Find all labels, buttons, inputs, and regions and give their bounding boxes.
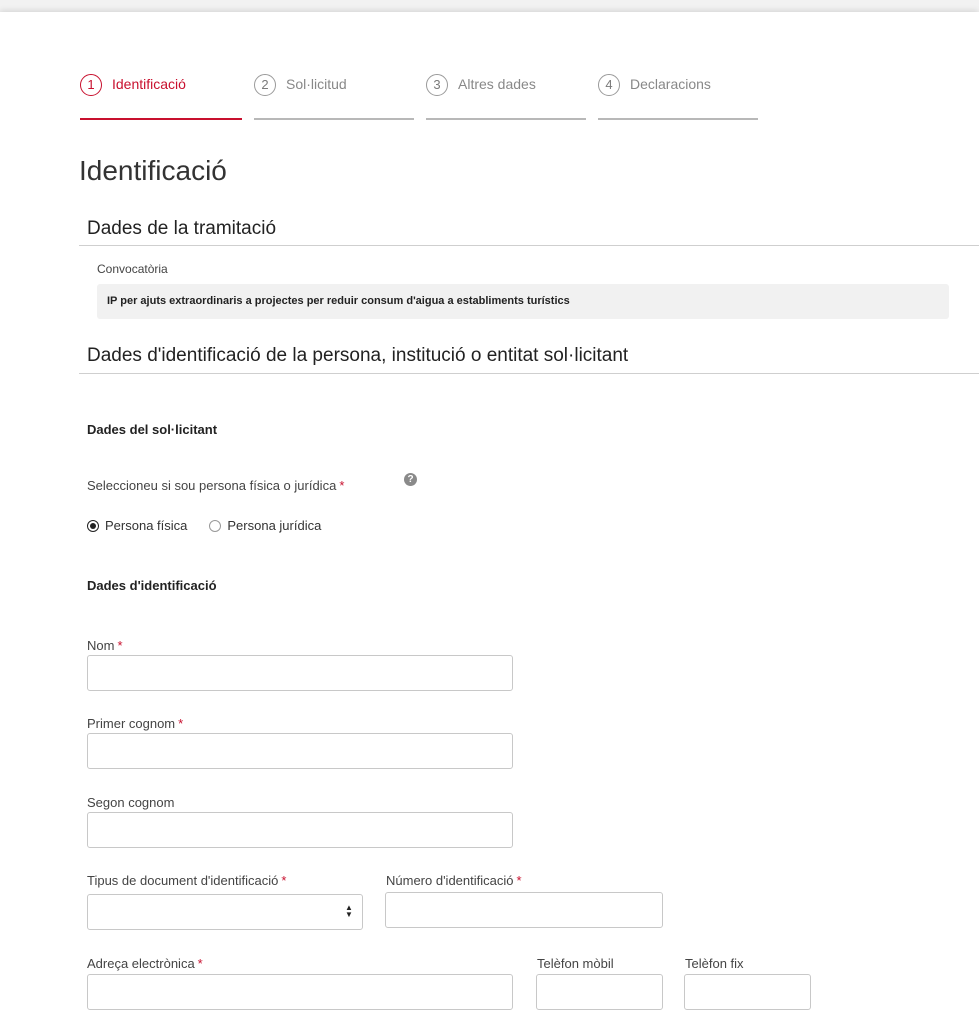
email-label-text: Adreça electrònica bbox=[87, 956, 195, 971]
required-mark: * bbox=[516, 873, 522, 888]
telefon-fix-label: Telèfon fix bbox=[685, 956, 744, 971]
wizard-stepper: 1 Identificació 2 Sol·licitud 3 Altres d… bbox=[80, 74, 770, 120]
numero-identificacio-label: Número d'identificació * bbox=[386, 873, 522, 888]
telefon-mobil-input[interactable] bbox=[536, 974, 663, 1010]
convocatoria-label: Convocatòria bbox=[97, 262, 168, 276]
persona-type-label: Seleccioneu si sou persona física o jurí… bbox=[87, 478, 344, 493]
tipus-document-label-text: Tipus de document d'identificació bbox=[87, 873, 279, 888]
tipus-document-label: Tipus de document d'identificació * bbox=[87, 873, 286, 888]
segon-cognom-input[interactable] bbox=[87, 812, 513, 848]
step-label-4: Declaracions bbox=[630, 76, 711, 92]
tipus-document-select[interactable]: ▲ ▼ bbox=[87, 894, 363, 930]
section-title-tramitacio: Dades de la tramitació bbox=[87, 218, 277, 239]
required-mark: * bbox=[281, 873, 287, 888]
telefon-mobil-label: Telèfon mòbil bbox=[537, 956, 614, 971]
section-title-identificacio: Dades d'identificació de la persona, ins… bbox=[87, 345, 629, 366]
step-declaracions[interactable]: 4 Declaracions bbox=[598, 74, 758, 120]
page-title: Identificació bbox=[79, 155, 227, 186]
primer-cognom-label-text: Primer cognom bbox=[87, 716, 176, 731]
step-underline-3 bbox=[426, 118, 586, 120]
persona-type-label-text: Seleccioneu si sou persona física o jurí… bbox=[87, 478, 337, 493]
step-underline-2 bbox=[254, 118, 414, 120]
step-number-4: 4 bbox=[598, 74, 620, 96]
telefon-fix-input[interactable] bbox=[684, 974, 811, 1010]
form-page: 1 Identificació 2 Sol·licitud 3 Altres d… bbox=[0, 12, 979, 1019]
step-label-2: Sol·licitud bbox=[286, 76, 347, 92]
nom-input[interactable] bbox=[87, 655, 513, 691]
primer-cognom-label: Primer cognom * bbox=[87, 716, 183, 731]
select-arrows-icon: ▲ ▼ bbox=[345, 903, 353, 919]
email-input[interactable] bbox=[87, 974, 513, 1010]
radio-label-persona-fisica: Persona física bbox=[105, 518, 188, 533]
step-identificacio[interactable]: 1 Identificació bbox=[80, 74, 242, 120]
step-underline-1 bbox=[80, 118, 242, 120]
question-circle-icon[interactable]: ? bbox=[404, 473, 417, 486]
primer-cognom-input[interactable] bbox=[87, 733, 513, 769]
nom-label-text: Nom bbox=[87, 638, 115, 653]
step-number-3: 3 bbox=[426, 74, 448, 96]
numero-identificacio-input[interactable] bbox=[385, 892, 663, 928]
section-divider bbox=[79, 373, 979, 374]
email-label: Adreça electrònica * bbox=[87, 956, 203, 971]
subheading-dades-identificacio: Dades d'identificació bbox=[87, 578, 217, 593]
step-sollicitud[interactable]: 2 Sol·licitud bbox=[254, 74, 414, 120]
numero-identificacio-label-text: Número d'identificació bbox=[386, 873, 514, 888]
radio-label-persona-juridica: Persona jurídica bbox=[227, 518, 322, 533]
required-mark: * bbox=[339, 478, 345, 493]
required-mark: * bbox=[178, 716, 184, 731]
required-mark: * bbox=[117, 638, 123, 653]
required-mark: * bbox=[197, 956, 203, 971]
radio-checked-icon bbox=[87, 519, 99, 532]
subheading-sollicitant: Dades del sol·licitant bbox=[87, 422, 218, 437]
step-label-1: Identificació bbox=[112, 76, 186, 92]
radio-persona-juridica[interactable]: Persona jurídica bbox=[209, 518, 321, 533]
persona-type-radio-group: Persona física Persona jurídica bbox=[87, 518, 343, 533]
radio-persona-fisica[interactable]: Persona física bbox=[87, 518, 187, 533]
step-label-3: Altres dades bbox=[458, 76, 536, 92]
step-number-2: 2 bbox=[254, 74, 276, 96]
segon-cognom-label: Segon cognom bbox=[87, 795, 175, 810]
step-altres-dades[interactable]: 3 Altres dades bbox=[426, 74, 586, 120]
step-underline-4 bbox=[598, 118, 758, 120]
radio-unchecked-icon bbox=[209, 519, 222, 532]
step-number-1: 1 bbox=[80, 74, 102, 96]
section-divider bbox=[79, 245, 979, 246]
nom-label: Nom * bbox=[87, 638, 123, 653]
convocatoria-value: IP per ajuts extraordinaris a projectes … bbox=[97, 284, 949, 319]
